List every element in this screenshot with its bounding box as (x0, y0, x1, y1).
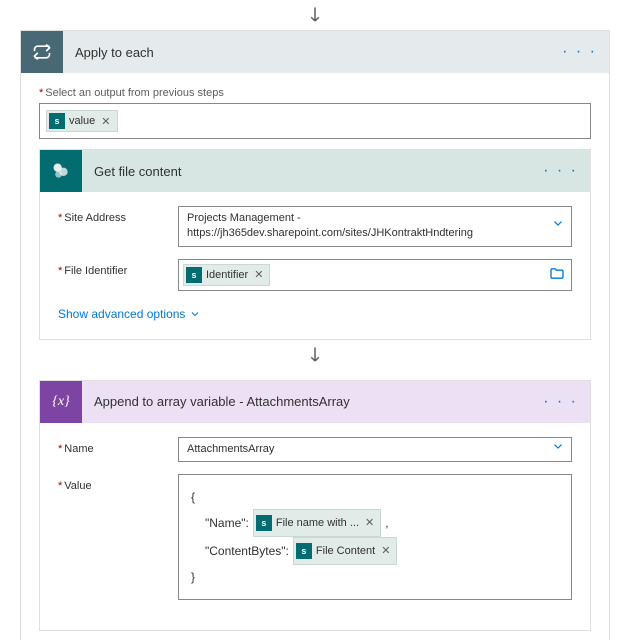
remove-token-icon[interactable]: ✕ (254, 268, 263, 281)
apply-to-each-header[interactable]: Apply to each · · · (21, 31, 609, 73)
remove-token-icon[interactable]: ✕ (381, 540, 390, 562)
sharepoint-icon: s (186, 267, 202, 283)
get-file-content-header[interactable]: Get file content · · · (40, 150, 590, 192)
value-token[interactable]: s value ✕ (46, 110, 118, 132)
get-file-content-title: Get file content (82, 164, 543, 179)
apply-to-each-menu[interactable]: · · · (562, 43, 597, 61)
chevron-down-icon (551, 217, 565, 236)
filename-token[interactable]: s File name with ... ✕ (253, 509, 381, 537)
append-name-dropdown[interactable]: AttachmentsArray (178, 437, 572, 462)
append-array-card: {x} Append to array variable - Attachmen… (39, 380, 591, 631)
apply-to-each-container: Apply to each · · · *Select an output fr… (20, 30, 610, 640)
append-value-label: *Value (58, 474, 178, 600)
get-file-content-body: *Site Address Projects Management - http… (40, 192, 590, 339)
append-value-input[interactable]: { "Name": s File name with ... ✕ , (178, 474, 572, 600)
filecontent-token[interactable]: s File Content ✕ (293, 537, 398, 565)
file-identifier-input[interactable]: s Identifier ✕ (178, 259, 572, 291)
show-advanced-options[interactable]: Show advanced options (58, 307, 201, 321)
connector-arrow-top (0, 0, 630, 30)
sharepoint-icon: s (296, 543, 312, 559)
sharepoint-icon: s (256, 515, 272, 531)
select-output-input[interactable]: s value ✕ (39, 103, 591, 139)
chevron-down-icon (551, 440, 565, 459)
sharepoint-icon: s (49, 113, 65, 129)
apply-to-each-title: Apply to each (63, 45, 562, 60)
append-name-label: *Name (58, 437, 178, 462)
append-array-body: *Name AttachmentsArray *Value (40, 423, 590, 630)
apply-to-each-body: *Select an output from previous steps s … (21, 73, 609, 640)
append-array-menu[interactable]: · · · (543, 393, 578, 411)
sharepoint-action-icon (40, 150, 82, 192)
add-action-button[interactable]: Add an action (39, 631, 591, 640)
connector-arrow-mid (39, 340, 591, 370)
get-file-content-card: Get file content · · · *Site Address Pro… (39, 149, 591, 340)
remove-token-icon[interactable]: ✕ (365, 512, 374, 534)
flow-designer-canvas: Apply to each · · · *Select an output fr… (0, 0, 630, 640)
loop-icon (21, 31, 63, 73)
select-output-label: *Select an output from previous steps (39, 87, 591, 99)
file-identifier-label: *File Identifier (58, 259, 178, 291)
site-address-dropdown[interactable]: Projects Management - https://jh365dev.s… (178, 206, 572, 247)
remove-token-icon[interactable]: ✕ (101, 115, 110, 128)
get-file-content-menu[interactable]: · · · (543, 162, 578, 180)
append-array-header[interactable]: {x} Append to array variable - Attachmen… (40, 381, 590, 423)
identifier-token[interactable]: s Identifier ✕ (183, 264, 270, 286)
variable-icon: {x} (40, 381, 82, 423)
site-address-label: *Site Address (58, 206, 178, 247)
append-array-title: Append to array variable - AttachmentsAr… (82, 394, 543, 409)
folder-picker-icon[interactable] (549, 265, 565, 284)
